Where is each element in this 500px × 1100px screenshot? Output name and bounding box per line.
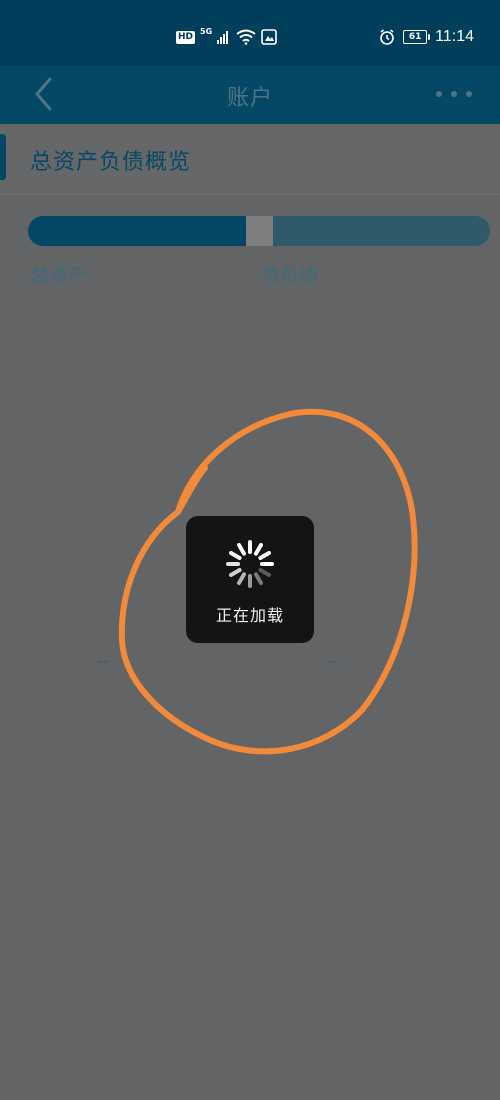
page-title: 账户 [226, 86, 273, 111]
signal-icon [217, 31, 229, 44]
more-dot [451, 91, 457, 97]
total-liabilities-value: -- [328, 654, 339, 670]
loading-text: 正在加载 [215, 606, 284, 625]
loading-toast: 正在加载 [186, 516, 314, 643]
screen-cast-icon [261, 29, 277, 45]
wifi-icon [236, 29, 256, 45]
total-assets-value: -- [98, 654, 109, 670]
network-type: 5G [200, 27, 213, 36]
hd-badge: HD [176, 30, 196, 44]
asset-liability-ratio-bar [28, 216, 490, 246]
section-accent [0, 134, 6, 180]
more-dot [466, 91, 472, 97]
total-liabilities-label: 总负债 [261, 265, 319, 287]
alarm-icon [380, 29, 394, 45]
total-assets-label: 总资产 [30, 265, 88, 287]
liabilities-bar-segment [273, 216, 490, 246]
clock: 11:14 [435, 28, 474, 45]
more-dot [436, 91, 442, 97]
section-title: 总资产负债概览 [30, 150, 192, 175]
status-bar: HD 5G 61 11:14 [0, 0, 500, 66]
more-button[interactable] [436, 84, 472, 104]
bar-divider [246, 216, 273, 246]
navigation-bar: 账户 [0, 66, 500, 124]
status-icons: HD 5G [176, 28, 277, 46]
battery-indicator: 61 [403, 30, 431, 44]
loading-spinner-icon [226, 540, 274, 588]
status-right: 61 11:14 [379, 26, 474, 48]
overview-section-header: 总资产负债概览 [0, 124, 500, 195]
assets-bar-segment [28, 216, 246, 246]
battery-level: 61 [408, 32, 422, 42]
